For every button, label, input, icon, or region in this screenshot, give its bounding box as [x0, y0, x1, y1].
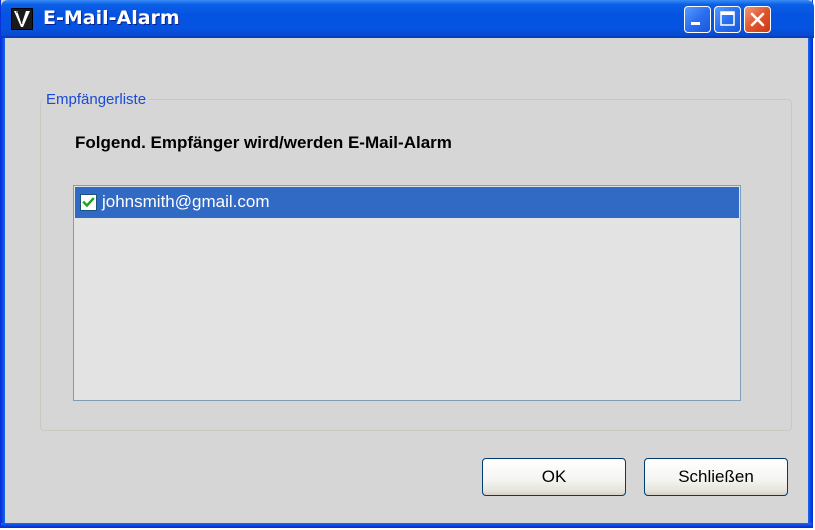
close-icon [750, 12, 765, 27]
maximize-button[interactable] [714, 6, 741, 33]
close-window-button[interactable] [744, 6, 771, 33]
window-frame-right [808, 38, 812, 527]
recipient-listbox[interactable]: johnsmith@gmail.com [73, 185, 741, 401]
title-bar[interactable]: E-Mail-Alarm [1, 0, 814, 38]
list-item[interactable]: johnsmith@gmail.com [75, 187, 739, 218]
ok-button[interactable]: OK [482, 458, 626, 496]
minimize-icon [691, 22, 700, 25]
instruction-text: Folgend. Empfänger wird/werden E-Mail-Al… [75, 133, 452, 152]
window-title: E-Mail-Alarm [43, 7, 180, 29]
window-frame-bottom [1, 523, 812, 527]
email-alarm-dialog: E-Mail-Alarm Empfängerliste Folgend. Emp… [0, 0, 814, 528]
recipient-email: johnsmith@gmail.com [102, 192, 270, 211]
close-button[interactable]: Schließen [644, 458, 788, 496]
minimize-button[interactable] [684, 6, 711, 33]
window-frame-left [1, 38, 5, 527]
group-legend: Empfängerliste [43, 91, 150, 109]
app-logo-icon [11, 8, 33, 30]
maximize-icon [720, 11, 735, 26]
recipient-checkbox[interactable] [80, 194, 97, 211]
checkmark-icon [82, 197, 95, 208]
